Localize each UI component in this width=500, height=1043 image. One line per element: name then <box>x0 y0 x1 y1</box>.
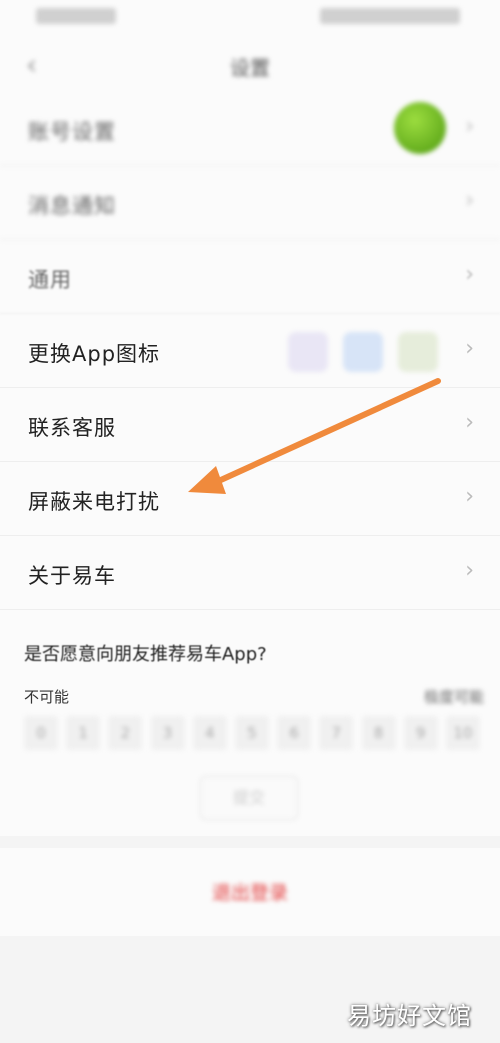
rating-option[interactable]: 9 <box>403 716 438 750</box>
rating-scale: 0 1 2 3 4 5 6 7 8 9 10 <box>24 716 480 750</box>
chevron-right-icon: › <box>465 484 474 509</box>
settings-item-label: 通用 <box>28 268 72 292</box>
rating-option[interactable]: 8 <box>361 716 396 750</box>
chevron-right-icon: › <box>465 262 474 287</box>
app-icon-option-2[interactable] <box>342 332 383 372</box>
settings-item-label: 联系客服 <box>28 416 116 440</box>
settings-item-app-icon[interactable]: 更换App图标 › <box>0 314 500 388</box>
rating-option[interactable]: 2 <box>108 716 143 750</box>
settings-item-block-calls[interactable]: 屏蔽来电打扰 › <box>0 462 500 536</box>
chevron-right-icon: › <box>465 558 474 583</box>
app-icon-option-3[interactable] <box>398 332 438 372</box>
logout-section: 退出登录 <box>0 848 500 936</box>
chevron-right-icon: › <box>465 114 474 139</box>
rating-option[interactable]: 10 <box>445 716 480 750</box>
settings-item-general[interactable]: 通用 › <box>0 240 500 314</box>
rating-option[interactable]: 3 <box>150 716 185 750</box>
logout-button[interactable]: 退出登录 <box>0 878 500 905</box>
settings-item-label: 更换App图标 <box>28 342 161 366</box>
settings-screen: ‹ 设置 账号设置 › 消息通知 › 通用 › 更换App图标 › 联系客服 ›… <box>0 0 500 836</box>
survey-question: 是否愿意向朋友推荐易车App? <box>24 644 267 665</box>
rating-option[interactable]: 4 <box>192 716 227 750</box>
scale-high-label: 极度可能 <box>423 688 484 706</box>
settings-item-label: 账号设置 <box>28 120 116 144</box>
scale-low-label: 不可能 <box>24 688 70 706</box>
settings-item-label: 关于易车 <box>28 564 116 588</box>
settings-list: 账号设置 › 消息通知 › 通用 › 更换App图标 › 联系客服 › 屏蔽来电… <box>0 92 500 610</box>
rating-option[interactable]: 5 <box>234 716 269 750</box>
avatar <box>394 102 446 154</box>
chevron-right-icon: › <box>465 336 474 361</box>
survey: 是否愿意向朋友推荐易车App? 不可能 极度可能 0 1 2 3 4 5 6 7… <box>24 640 484 750</box>
chevron-right-icon: › <box>465 410 474 435</box>
nav-bar: ‹ 设置 <box>0 40 500 90</box>
settings-item-label: 屏蔽来电打扰 <box>28 490 160 514</box>
rating-option[interactable]: 1 <box>66 716 101 750</box>
rating-option[interactable]: 0 <box>24 716 58 750</box>
settings-item-account[interactable]: 账号设置 › <box>0 92 500 166</box>
submit-button[interactable]: 提交 <box>200 776 298 820</box>
chevron-right-icon: › <box>465 188 474 213</box>
watermark: 易坊好文馆 <box>347 1002 472 1030</box>
signal-icon <box>36 8 116 24</box>
settings-item-customer-service[interactable]: 联系客服 › <box>0 388 500 462</box>
battery-icon <box>320 8 460 24</box>
rating-option[interactable]: 6 <box>277 716 312 750</box>
settings-item-notifications[interactable]: 消息通知 › <box>0 166 500 240</box>
page-title: 设置 <box>230 56 270 80</box>
rating-option[interactable]: 7 <box>319 716 354 750</box>
app-icon-option-1[interactable] <box>287 332 328 372</box>
status-bar <box>0 6 500 30</box>
settings-item-about[interactable]: 关于易车 › <box>0 536 500 610</box>
app-icon-previews <box>278 332 438 372</box>
settings-item-label: 消息通知 <box>28 194 116 218</box>
